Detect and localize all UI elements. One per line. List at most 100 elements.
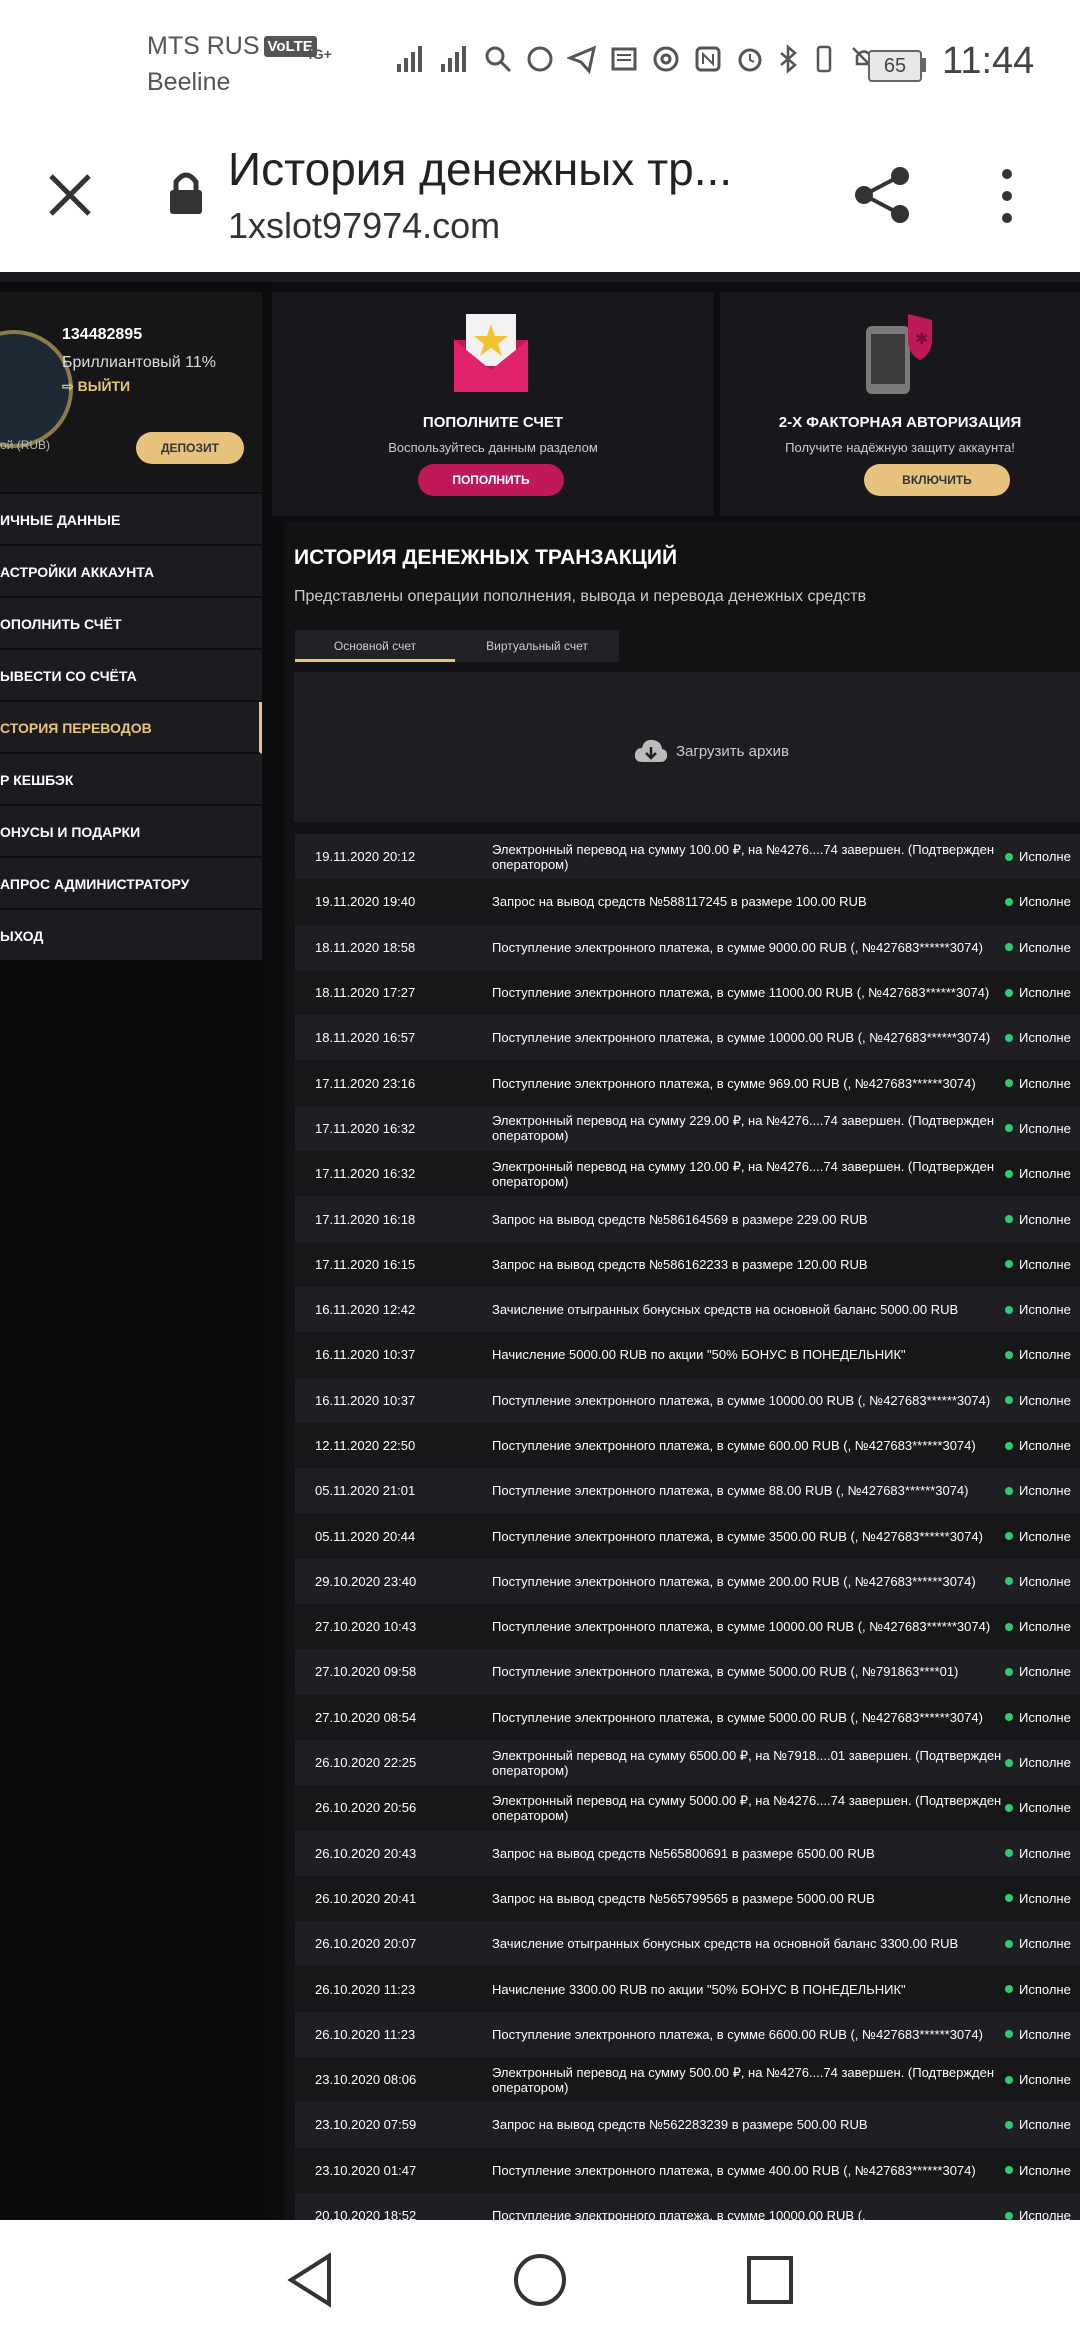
- sidebar-item-admin-request[interactable]: апрос администратору: [0, 858, 262, 910]
- sidebar-item-account-settings[interactable]: астройки аккаунта: [0, 546, 262, 598]
- status-dot-icon: [1005, 1441, 1013, 1450]
- tx-description: Поступление электронного платежа, в сумм…: [492, 1438, 976, 1453]
- sidebar-item-bonuses[interactable]: онусы и подарки: [0, 806, 262, 858]
- tx-status-label: Исполне: [1019, 1709, 1071, 1725]
- tx-status-label: Исполне: [1019, 1438, 1071, 1453]
- table-row: 05.11.2020 21:01 Поступление электронного…: [295, 1468, 1080, 1514]
- tx-date: 17.11.2020 16:15: [315, 1256, 416, 1272]
- tx-date: 26.10.2020 22:25: [315, 1755, 417, 1771]
- page-url[interactable]: 1xslot97974.com: [228, 205, 500, 247]
- tx-description: Запрос на вывод средств №565799565 в раз…: [492, 1890, 875, 1906]
- sidebar-item-cashback[interactable]: р кешбэк: [0, 754, 262, 806]
- tx-status: Исполне: [1005, 834, 1071, 879]
- twofa-card: ✱ 2-Х ФАКТОРНАЯ АВТОРИЗАЦИЯ Получите над…: [720, 292, 1080, 516]
- table-row: 27.10.2020 10:43 Поступление электронного…: [295, 1604, 1080, 1650]
- recents-icon[interactable]: [745, 2252, 795, 2308]
- tab-virtual-account[interactable]: Виртуальный счет: [455, 630, 619, 662]
- tx-description: Запрос на вывод средств №565800691 в раз…: [492, 1845, 875, 1861]
- tx-date: 26.10.2020 20:56: [315, 1800, 417, 1816]
- status-dot-icon: [1005, 852, 1013, 861]
- table-row: 05.11.2020 20:44 Поступление электронного…: [295, 1513, 1080, 1559]
- tx-date: 26.10.2020 20:41: [315, 1890, 417, 1906]
- enable-twofa-button[interactable]: ВКЛЮЧИТЬ: [864, 464, 1010, 496]
- tx-status-label: Исполне: [1019, 1573, 1071, 1589]
- table-row: 26.10.2020 11:23 Начисление 3300.00 RUB п…: [295, 1966, 1080, 2012]
- status-dot-icon: [1005, 2211, 1013, 2220]
- tx-status-label: Исполне: [1019, 2162, 1071, 2178]
- search-icon: [485, 46, 512, 73]
- status-dot-icon: [1005, 1894, 1013, 1903]
- download-archive-label: Загрузить архив: [676, 742, 790, 760]
- tx-status: Исполне: [1005, 1332, 1071, 1377]
- tx-date: 27.10.2020 09:58: [315, 1664, 417, 1680]
- status-dot-icon: [1005, 1532, 1013, 1541]
- table-row: 23.10.2020 07:59 Запрос на вывод средств …: [295, 2102, 1080, 2148]
- back-icon[interactable]: [285, 2252, 335, 2308]
- tx-date: 18.11.2020 18:58: [315, 939, 416, 955]
- tx-description: Начисление 3300.00 RUB по акции "50% БОН…: [492, 1981, 906, 1997]
- table-row: 26.10.2020 20:41 Запрос на вывод средств …: [295, 1875, 1080, 1922]
- tx-status: Исполне: [1005, 1196, 1071, 1241]
- tx-status-label: Исполне: [1019, 1302, 1071, 1318]
- account-menu: ичные данные астройки аккаунта ополнить …: [0, 494, 262, 962]
- tx-status: Исполне: [1005, 2193, 1071, 2220]
- tx-date: 12.11.2020 22:50: [315, 1438, 416, 1453]
- table-row: 29.10.2020 23:40 Поступление электронного…: [295, 1558, 1080, 1605]
- share-icon[interactable]: [852, 164, 914, 226]
- signal-icon-2: [441, 46, 466, 72]
- deposit-button[interactable]: ДЕПОЗИТ: [136, 432, 244, 464]
- header-strip: [0, 272, 1080, 282]
- tx-date: 26.10.2020 20:43: [315, 1845, 417, 1861]
- tx-date: 27.10.2020 10:43: [315, 1619, 417, 1635]
- tx-status: Исполне: [1005, 1242, 1071, 1287]
- tx-description: Запрос на вывод средств №562283239 в раз…: [492, 2117, 868, 2133]
- logout-link[interactable]: ⇨ ВЫЙТИ: [62, 378, 130, 395]
- status-dot-icon: [1005, 1758, 1013, 1767]
- table-row: 17.11.2020 16:32 Электронный перевод на с…: [295, 1151, 1080, 1197]
- tx-status: Исполне: [1005, 1921, 1071, 1966]
- more-options-icon[interactable]: [997, 168, 1017, 224]
- tx-description: Электронный перевод на сумму 5000.00 ₽, …: [492, 1792, 1002, 1823]
- sidebar-item-deposit[interactable]: ополнить счёт: [0, 598, 262, 650]
- tx-date: 26.10.2020 11:23: [315, 2026, 416, 2042]
- tx-status: Исполне: [1005, 1876, 1071, 1921]
- download-archive-button[interactable]: Загрузить архив: [634, 738, 789, 764]
- tx-description: Поступление электронного платежа, в сумм…: [492, 2208, 866, 2220]
- tx-status-label: Исполне: [1019, 1619, 1071, 1635]
- sidebar-item-logout[interactable]: ыход: [0, 910, 262, 962]
- tx-description: Электронный перевод на сумму 500.00 ₽, н…: [492, 2064, 995, 2095]
- tx-date: 19.11.2020 20:12: [315, 849, 416, 865]
- tx-status-label: Исполне: [1019, 1845, 1071, 1861]
- tx-status-label: Исполне: [1019, 1030, 1071, 1046]
- tx-status: Исполне: [1005, 1831, 1071, 1876]
- sidebar-item-transfer-history[interactable]: стория переводов: [0, 702, 262, 754]
- tx-status-label: Исполне: [1019, 1528, 1071, 1544]
- phone-shield-icon: ✱: [866, 314, 932, 394]
- alarm-icon: [738, 48, 762, 72]
- vip-level: Бриллиантовый 11%: [62, 354, 216, 371]
- status-dot-icon: [1005, 1939, 1013, 1948]
- tab-main-account[interactable]: Основной счет: [295, 630, 455, 662]
- status-dot-icon: [1005, 943, 1013, 952]
- status-dot-icon: [1005, 1667, 1013, 1676]
- carrier-name-2: Beeline: [147, 68, 231, 96]
- logout-icon: ⇨: [62, 378, 78, 394]
- tx-status-label: Исполне: [1019, 1120, 1071, 1136]
- twofa-card-subtitle: Получите надёжную защиту аккаунта!: [785, 440, 1015, 455]
- sidebar-item-withdraw[interactable]: ывести со счёта: [0, 650, 262, 702]
- tx-status-label: Исполне: [1019, 2208, 1071, 2220]
- tx-date: 26.10.2020 11:23: [315, 1981, 416, 1997]
- account-tabs: Основной счет Виртуальный счет: [295, 630, 619, 662]
- table-row: 23.10.2020 01:47 Поступление электронного…: [295, 2147, 1080, 2193]
- close-icon[interactable]: [45, 170, 95, 220]
- tx-status-label: Исполне: [1019, 1800, 1071, 1816]
- section-heading: ИСТОРИЯ ДЕНЕЖНЫХ ТРАНЗАКЦИЙ: [294, 546, 678, 569]
- tx-status-label: Исполне: [1019, 1483, 1071, 1499]
- home-icon[interactable]: [513, 2252, 567, 2308]
- top-up-button[interactable]: ПОПОЛНИТЬ: [418, 464, 564, 496]
- status-dot-icon: [1005, 1803, 1013, 1812]
- tx-status-label: Исполне: [1019, 2117, 1071, 2133]
- tx-status: Исполне: [1005, 1106, 1071, 1151]
- tx-date: 17.11.2020 16:18: [315, 1211, 416, 1227]
- sidebar-item-personal-data[interactable]: ичные данные: [0, 494, 262, 546]
